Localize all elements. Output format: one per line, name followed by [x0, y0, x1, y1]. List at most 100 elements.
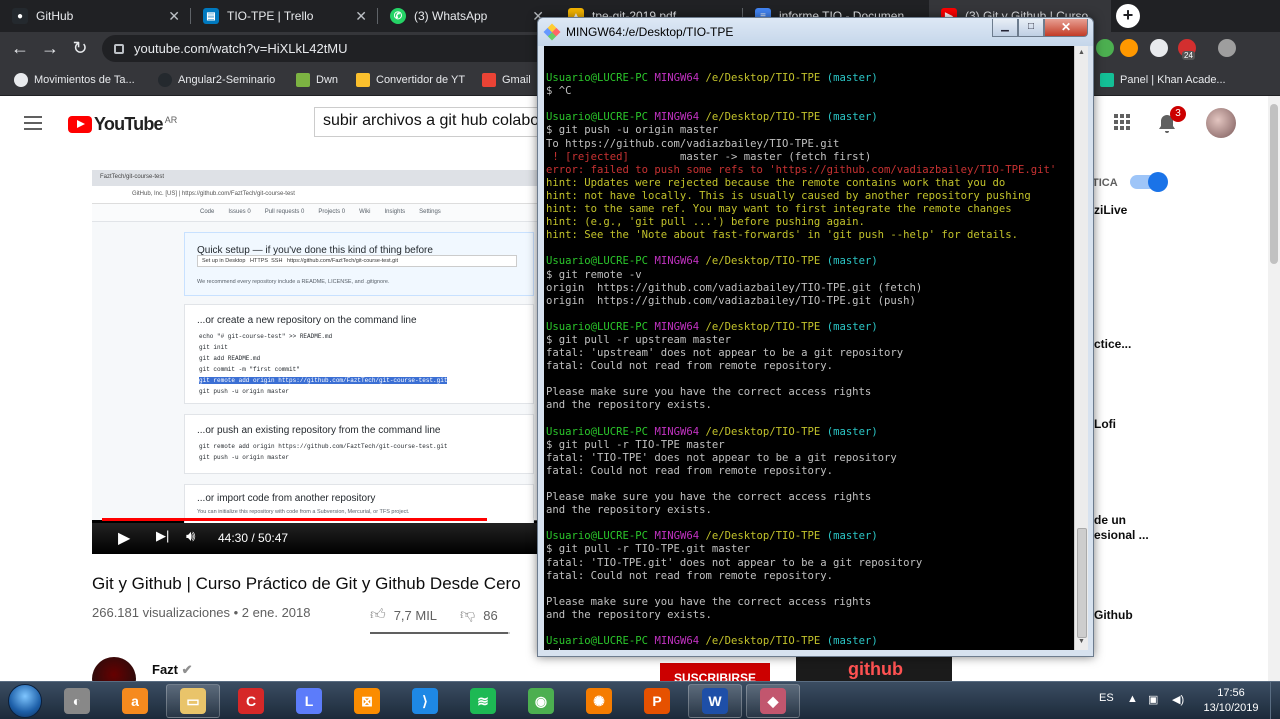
terminal-line: Usuario@LUCRE-PC MINGW64 /e/Desktop/TIO-… [546, 72, 1074, 85]
pdf-icon: P [644, 688, 670, 714]
extension-icon[interactable] [1150, 39, 1168, 57]
back-button[interactable]: ← [8, 36, 32, 60]
maximize-button[interactable]: □ [1018, 19, 1044, 37]
bookmark-item[interactable]: Convertidor de YT [356, 70, 465, 90]
hint-text: hint: to the same ref. You may want to f… [546, 203, 1012, 216]
browser-tab[interactable]: ▤ TIO-TPE | Trello ✕ [191, 0, 377, 32]
output-text: $ git remote -v [546, 268, 642, 281]
prompt-path: /e/Desktop/TIO-TPE [705, 320, 821, 333]
code-line: git remote add origin https://github.com… [199, 443, 448, 450]
browser-tab[interactable]: ● GitHub ✕ [0, 0, 190, 32]
channel-name-text: Fazt [152, 662, 178, 677]
system-clock[interactable]: 17:56 13/10/2019 [1196, 686, 1266, 716]
avast-icon: a [122, 688, 148, 714]
close-button[interactable]: ✕ [1044, 19, 1088, 37]
recommended-title[interactable]: de un [1094, 513, 1126, 527]
recommended-title[interactable]: Lofi [1094, 417, 1116, 431]
extension-icon[interactable]: 24 [1178, 39, 1196, 60]
prompt-host: MINGW64 [654, 635, 700, 648]
bookmark-item[interactable]: Gmail [482, 70, 531, 90]
taskbar-app[interactable]: ⟩ [398, 684, 452, 718]
taskbar-app[interactable]: ≋ [456, 684, 510, 718]
dislike-count: 86 [483, 607, 498, 623]
recommended-thumbnail[interactable]: github [796, 657, 952, 684]
extension-icon[interactable] [1096, 39, 1114, 57]
menu-icon[interactable] [24, 116, 42, 130]
volume-icon[interactable]: ◀) [1172, 693, 1184, 706]
recommended-title[interactable]: ziLive [1094, 203, 1127, 217]
scrollbar-thumb[interactable] [1077, 528, 1087, 638]
tray-expand-icon[interactable]: ▲ [1127, 693, 1138, 705]
page-scrollbar[interactable] [1268, 96, 1280, 681]
input-language[interactable]: ES [1099, 692, 1114, 704]
bookmark-item[interactable]: Movimientos de Ta... [14, 70, 135, 90]
show-desktop-button[interactable] [1270, 682, 1280, 719]
close-icon[interactable]: ✕ [355, 8, 367, 25]
user-avatar[interactable] [1206, 108, 1236, 138]
scroll-down-icon[interactable]: ▼ [1078, 638, 1085, 645]
play-icon[interactable]: ▶ [118, 528, 130, 548]
apps-grid-icon[interactable] [1114, 114, 1130, 130]
taskbar-app[interactable]: ◐ [50, 684, 104, 718]
terminal-scrollbar[interactable]: ▲ ▼ [1074, 46, 1088, 650]
terminal-line: $ ^C [546, 85, 1074, 98]
video-progress-bar[interactable] [102, 518, 542, 521]
prompt-branch: (master) [826, 635, 878, 648]
taskbar-app[interactable]: ◆ [746, 684, 800, 718]
address-bar[interactable]: youtube.com/watch?v=HiXLkL42tMU [102, 35, 562, 62]
taskbar-app[interactable]: ◉ [514, 684, 568, 718]
terminal-titlebar[interactable]: MINGW64:/e/Desktop/TIO-TPE ▁ □ ✕ [538, 18, 1093, 46]
taskbar-app[interactable]: P [630, 684, 684, 718]
taskbar-app[interactable]: ✺ [572, 684, 626, 718]
forward-button[interactable]: → [38, 36, 62, 60]
terminal-line: fatal: Could not read from remote reposi… [546, 465, 1074, 478]
reload-button[interactable]: ↻ [68, 36, 92, 60]
scroll-up-icon[interactable]: ▲ [1078, 49, 1085, 56]
terminal-line: hint: to the same ref. You may want to f… [546, 203, 1074, 216]
prompt-host: MINGW64 [654, 320, 700, 333]
recommended-title[interactable]: Github [1094, 608, 1133, 622]
bookmark-item[interactable]: Dwn [296, 70, 338, 90]
terminal-window[interactable]: MINGW64:/e/Desktop/TIO-TPE ▁ □ ✕ Usuario… [537, 17, 1094, 657]
terminal-line: To https://github.com/vadiazbailey/TIO-T… [546, 138, 1074, 151]
extension-icon[interactable] [1120, 39, 1138, 57]
taskbar-app[interactable]: ▭ [166, 684, 220, 718]
volume-icon[interactable]: 🔊︎ [186, 528, 195, 545]
channel-name[interactable]: Fazt ✔ [152, 662, 193, 678]
dislike-button[interactable]: 👎︎ 86 [460, 606, 498, 624]
taskbar-app[interactable]: L [282, 684, 336, 718]
video-player[interactable]: FaztTech/git-course-test GitHub, Inc. [U… [92, 170, 552, 554]
network-icon[interactable]: ▣ [1148, 693, 1158, 706]
like-ratio-fill [370, 632, 509, 634]
close-icon[interactable]: ✕ [168, 8, 180, 25]
terminal-line: Usuario@LUCRE-PC MINGW64 /e/Desktop/TIO-… [546, 111, 1074, 124]
taskbar-app[interactable]: ⊠ [340, 684, 394, 718]
recommended-title[interactable]: esional ... [1094, 528, 1149, 542]
minimize-button[interactable]: ▁ [992, 19, 1018, 37]
profile-avatar[interactable] [1218, 39, 1236, 57]
new-tab-button[interactable]: + [1116, 4, 1140, 28]
bookmark-item[interactable]: Angular2-Seminario [158, 70, 275, 90]
output-text: fatal: 'TIO-TPE' does not appear to be a… [546, 451, 897, 464]
xampp-icon: ⊠ [354, 688, 380, 714]
bookmark-item[interactable]: Panel | Khan Acade... [1100, 70, 1226, 90]
browser-tab[interactable]: ✆ (3) WhatsApp ✕ [378, 0, 554, 32]
terminal-output[interactable]: Usuario@LUCRE-PC MINGW64 /e/Desktop/TIO-… [544, 46, 1074, 650]
output-text: fatal: Could not read from remote reposi… [546, 360, 834, 373]
prompt-host: MINGW64 [654, 530, 700, 543]
prompt-path: /e/Desktop/TIO-TPE [705, 530, 821, 543]
next-icon[interactable]: ▶| [156, 528, 169, 544]
autoplay-toggle[interactable] [1130, 172, 1168, 192]
youtube-logo[interactable]: YouTube AR [68, 114, 177, 135]
start-button[interactable] [8, 684, 42, 718]
taskbar-app[interactable]: C [224, 684, 278, 718]
prompt-user: Usuario@LUCRE-PC [546, 72, 649, 85]
terminal-line: $ [546, 648, 1074, 650]
taskbar-app[interactable]: W [688, 684, 742, 718]
search-input[interactable]: subir archivos a git hub colabora [314, 107, 574, 137]
taskbar-app[interactable]: a [108, 684, 162, 718]
like-button[interactable]: 👍︎ 7,7 MIL [370, 606, 437, 624]
recommended-title[interactable]: ctice... [1094, 337, 1131, 351]
